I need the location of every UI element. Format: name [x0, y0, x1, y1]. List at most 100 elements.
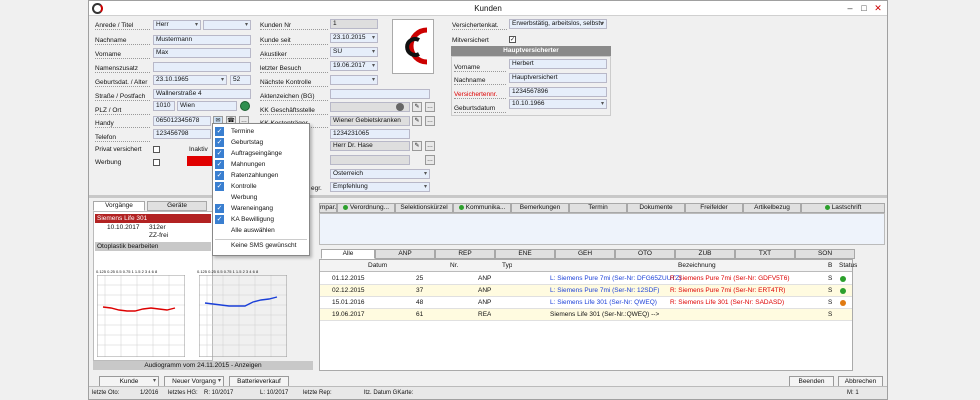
nachname-input[interactable]: Mustermann — [153, 35, 251, 45]
minimize-button[interactable]: – — [844, 3, 856, 13]
privat-checkbox[interactable] — [153, 146, 160, 153]
col-status[interactable]: Status — [839, 260, 857, 272]
kkgs-edit-icon[interactable]: ✎ — [412, 102, 422, 112]
arzt-more-button[interactable]: … — [425, 141, 435, 151]
menu-item[interactable]: ✓ Termine — [213, 126, 309, 137]
menu-item[interactable]: Keine SMS gewünscht — [213, 240, 309, 251]
kontrolle-input[interactable] — [330, 75, 378, 85]
tab-termin[interactable]: Termin — [569, 203, 627, 213]
arzt-field: Herr Dr. Hase — [330, 141, 410, 151]
werbung-checkbox[interactable] — [153, 159, 160, 166]
col-typ[interactable]: Typ — [502, 260, 512, 272]
handy-input[interactable]: 065012345678 — [153, 116, 211, 126]
filter-ene[interactable]: ENE — [495, 249, 555, 259]
otoplastik-row[interactable]: Otoplastik bearbeiten — [95, 242, 211, 251]
filter-geh[interactable]: GEH — [555, 249, 615, 259]
seit-input[interactable]: 23.10.2015 — [330, 33, 378, 43]
tab-freifelder[interactable]: Freifelder — [685, 203, 743, 213]
menu-item[interactable]: ✓ Auftragseingänge — [213, 148, 309, 159]
menu-item[interactable]: ✓ Geburtstag — [213, 137, 309, 148]
telefon-input[interactable]: 123456798 — [153, 129, 211, 139]
mitvers-checkbox[interactable]: ✓ — [509, 36, 516, 43]
menu-item[interactable]: ✓ Mahnungen — [213, 159, 309, 170]
table-row[interactable]: 15.01.2016 48 ANP L: Siemens Life 301 (Ser-… — [320, 297, 852, 309]
globe-icon[interactable] — [240, 101, 250, 111]
cell-datum: 15.01.2016 — [332, 299, 365, 306]
filter-anp[interactable]: ANP — [375, 249, 435, 259]
sms-options-menu: ✓ Termine ✓ Geburtstag ✓ Auftragseingänge ✓ Mah… — [212, 123, 310, 256]
geburt-input[interactable]: 23.10.1965 — [153, 75, 227, 85]
close-button[interactable]: ✕ — [872, 3, 884, 13]
akten-label: Aktenzeichen (BG) — [260, 93, 328, 101]
filter-oto[interactable]: OTO — [615, 249, 675, 259]
filter-alle[interactable]: Alle — [321, 249, 375, 259]
table-row[interactable]: 01.12.2015 25 ANP L: Siemens Pure 7mi (Ser-… — [320, 273, 852, 285]
versichertennr-input[interactable]: 1234231065 — [330, 129, 410, 139]
col-b[interactable]: B — [828, 260, 832, 272]
empfehlung-select[interactable]: Empfehlung — [330, 182, 430, 192]
cell-datum: 19.06.2017 — [332, 311, 365, 318]
col-datum[interactable]: Datum — [368, 260, 387, 272]
hv-vnr-input[interactable]: 1234567896 — [509, 87, 607, 97]
menu-item[interactable]: ✓ Ratenzahlungen — [213, 170, 309, 181]
privat-label: Privat versichert — [95, 146, 142, 153]
maximize-button[interactable]: □ — [858, 3, 870, 13]
land-select[interactable]: Österreich — [330, 169, 430, 179]
tab-dokumente[interactable]: Dokumente — [627, 203, 685, 213]
anrede-select[interactable]: Herr — [153, 20, 201, 30]
tab-kommunikation[interactable]: Kommunika... — [453, 203, 511, 213]
plz-input[interactable]: 1010 — [153, 101, 175, 111]
namenszusatz-input[interactable] — [153, 62, 251, 72]
notes-area[interactable] — [319, 213, 885, 245]
filter-rep[interactable]: REP — [435, 249, 495, 259]
tab-geraete[interactable]: Geräte — [147, 201, 207, 211]
col-nr[interactable]: Nr. — [450, 260, 458, 272]
vkat-select[interactable]: Erwerbstätig, arbeitslos, selbstv — [509, 19, 607, 29]
filter-txt[interactable]: TXT — [735, 249, 795, 259]
filter-son[interactable]: SON — [795, 249, 855, 259]
handy-label: Handy — [95, 120, 150, 128]
tab-bemerkungen[interactable]: Bemerkungen — [511, 203, 569, 213]
extra-more-button[interactable]: … — [425, 155, 435, 165]
alter-field: 52 — [230, 75, 251, 85]
besuch-input[interactable]: 19.06.2017 — [330, 61, 378, 71]
tab-vorgaenge[interactable]: Vorgänge — [93, 201, 145, 211]
tab-verordnung[interactable]: Verordnung... — [337, 203, 395, 213]
akten-input[interactable] — [330, 89, 430, 99]
tab-mpar[interactable]: mpar... — [319, 203, 337, 213]
col-bezeichnung[interactable]: Bezeichnung — [678, 260, 716, 272]
menu-item[interactable]: ✓ KA Bewilligung — [213, 214, 309, 225]
akustiker-select[interactable]: SU — [330, 47, 378, 57]
splitter[interactable] — [89, 195, 887, 198]
titel-select[interactable] — [203, 20, 251, 30]
table-row[interactable]: 19.06.2017 61 REA Siemens Life 301 (Ser-Nr.… — [320, 309, 852, 321]
menu-item[interactable]: Werbung — [213, 192, 309, 203]
ort-input[interactable]: Wien — [177, 101, 237, 111]
kktraeger-edit-icon[interactable]: ✎ — [412, 116, 422, 126]
audiogram-caption[interactable]: Audiogramm vom 24.11.2015 - Anzeigen — [93, 361, 313, 370]
cell-typ: ANP — [478, 287, 492, 294]
cell-b: S — [828, 287, 833, 294]
menu-item[interactable]: ✓ Kontrolle — [213, 181, 309, 192]
menu-item[interactable]: Alle auswählen — [213, 225, 309, 236]
tab-selektionskuerzel[interactable]: Selektionskürzel — [395, 203, 453, 213]
hv-geb-label: Geburtsdatum — [454, 105, 506, 113]
device-title[interactable]: Siemens Life 301 — [95, 214, 211, 223]
arzt-edit-icon[interactable]: ✎ — [412, 141, 422, 151]
hv-nachname-input[interactable]: Hauptversichert — [509, 73, 607, 83]
cell-typ: ANP — [478, 275, 492, 282]
kkgs-more-button[interactable]: … — [425, 102, 435, 112]
status-dot-icon — [840, 300, 846, 306]
kktraeger-more-button[interactable]: … — [425, 116, 435, 126]
checkmark-icon: ✓ — [215, 149, 224, 158]
hv-vorname-input[interactable]: Herbert — [509, 59, 607, 69]
strasse-input[interactable]: Wallnerstraße 4 — [153, 89, 251, 99]
menu-item[interactable]: ✓ Wareneingang — [213, 203, 309, 214]
tab-lastschrift[interactable]: Lastschrift — [801, 203, 885, 213]
vorname-input[interactable]: Max — [153, 48, 251, 58]
table-row[interactable]: 02.12.2015 37 ANP L: Siemens Pure 7mi (Ser-… — [320, 285, 852, 297]
filter-zub[interactable]: ZUB — [675, 249, 735, 259]
hv-geb-input[interactable]: 10.10.1966 — [509, 99, 607, 109]
info-icon[interactable] — [396, 103, 404, 111]
tab-artikelbezug[interactable]: Artikelbezug — [743, 203, 801, 213]
